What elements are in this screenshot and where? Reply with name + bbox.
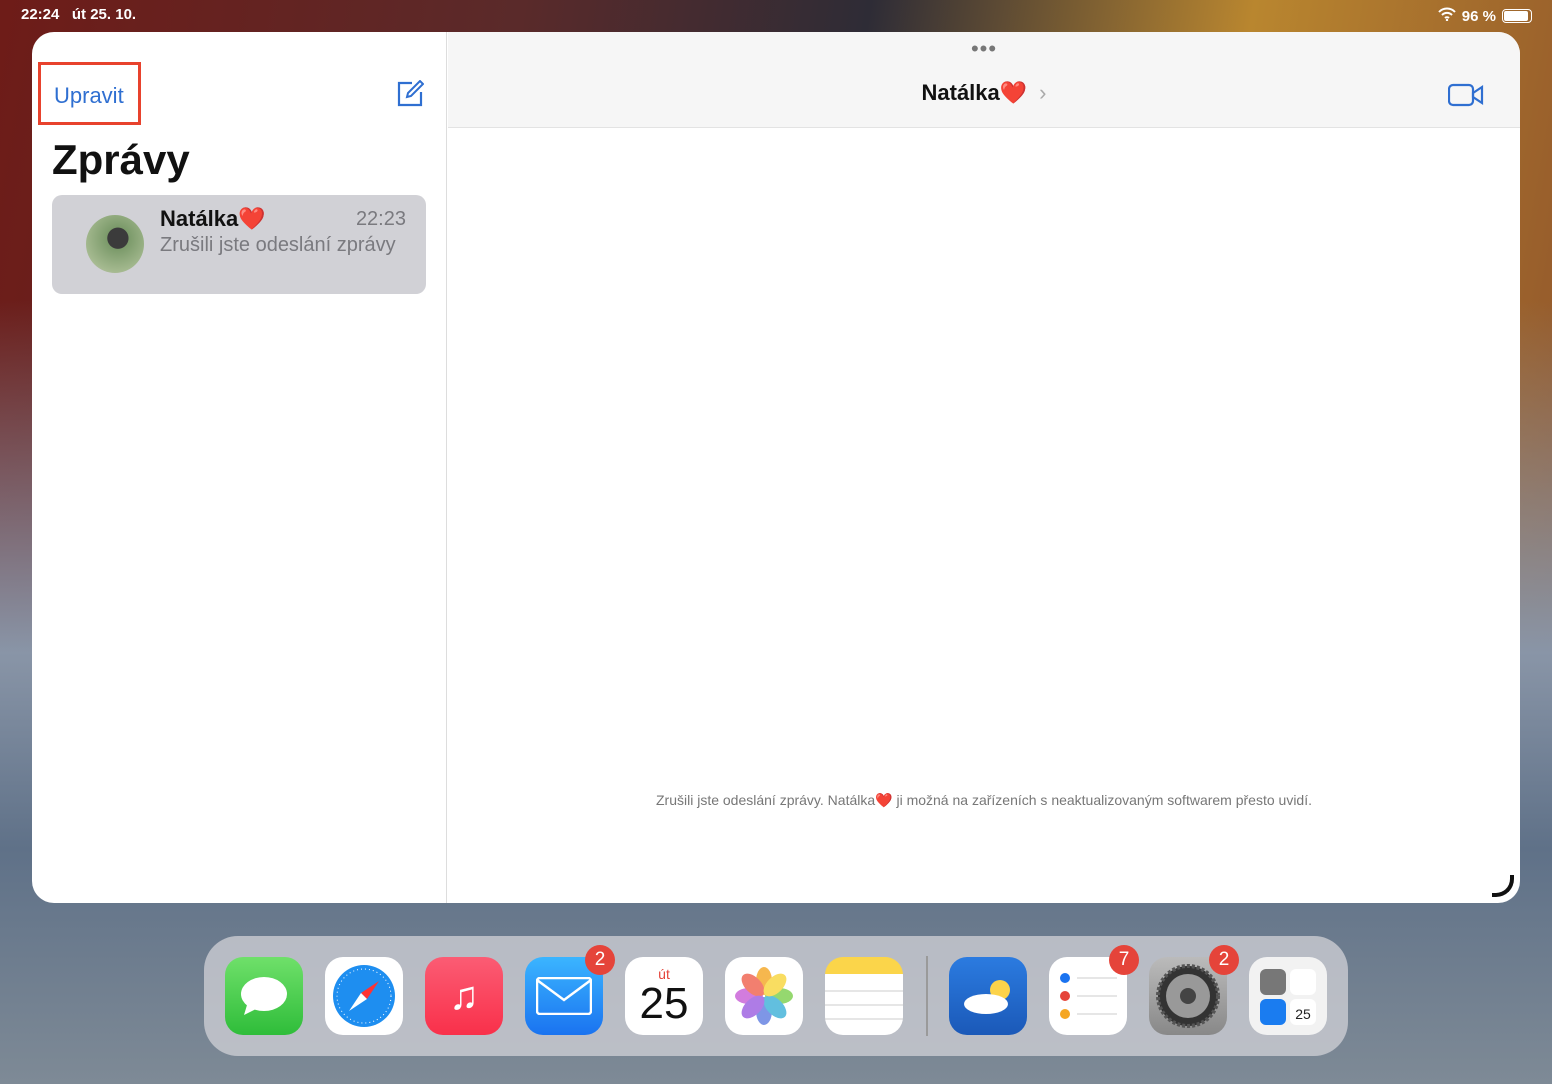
weather-icon[interactable] xyxy=(949,957,1027,1035)
clock: 22:24 xyxy=(21,6,60,23)
safari-icon[interactable] xyxy=(325,957,403,1035)
date: út 25. 10. xyxy=(71,6,137,23)
edit-button[interactable]: Upravit xyxy=(38,62,141,125)
calendar-mini-icon: 25 xyxy=(1290,999,1316,1025)
reminders-icon[interactable]: 7 xyxy=(1049,945,1139,1035)
dock: ♫ 2 út 25 7 2 25 xyxy=(204,936,1348,1056)
settings-mini-icon xyxy=(1260,969,1286,995)
calendar-icon[interactable]: út 25 xyxy=(625,957,703,1035)
page-title: Zprávy xyxy=(52,136,190,183)
conversation-detail: ••• Natálka❤️ › Zrušili jste odeslání zpr… xyxy=(448,32,1520,903)
compose-icon[interactable] xyxy=(396,79,425,108)
unsend-notice: Zrušili jste odeslání zprávy. Natálka❤️ … xyxy=(655,792,1312,808)
mail-badge: 2 xyxy=(585,945,615,975)
resize-handle[interactable] xyxy=(1492,875,1514,897)
video-call-icon[interactable] xyxy=(1447,83,1484,112)
status-bar: 22:24 út 25. 10. 96 % xyxy=(21,6,1532,26)
sidebar: Upravit Zprávy Natálka❤️ 22:23 Zrušili j… xyxy=(32,32,447,903)
notes-icon[interactable] xyxy=(825,957,903,1035)
messages-icon[interactable] xyxy=(225,957,303,1035)
battery-percent: 96 % xyxy=(1461,7,1496,25)
music-icon[interactable]: ♫ xyxy=(425,957,503,1035)
reminders-mini-icon xyxy=(1290,969,1316,995)
chevron-right-icon: › xyxy=(1039,80,1047,105)
conversation-name: Natálka❤️ xyxy=(160,206,266,231)
contact-name[interactable]: Natálka❤️ › xyxy=(448,80,1520,106)
dock-divider xyxy=(926,956,928,1036)
conversation-time: 22:23 xyxy=(355,208,406,230)
app-store-mini-icon xyxy=(1260,999,1286,1025)
contact-label: Natálka❤️ xyxy=(921,80,1028,105)
battery-icon xyxy=(1502,9,1532,23)
settings-badge: 2 xyxy=(1209,945,1239,975)
avatar xyxy=(86,215,144,273)
messages-window: Upravit Zprávy Natálka❤️ 22:23 Zrušili j… xyxy=(32,32,1520,903)
conversation-row[interactable]: Natálka❤️ 22:23 Zrušili jste odeslání zp… xyxy=(52,195,426,294)
wifi-icon xyxy=(1438,7,1456,25)
photos-icon[interactable] xyxy=(725,957,803,1035)
conversation-preview: Zrušili jste odeslání zprávy xyxy=(160,234,396,256)
calendar-date: 25 xyxy=(639,979,689,1028)
mail-icon[interactable]: 2 xyxy=(525,945,615,1035)
reminders-badge: 7 xyxy=(1109,945,1139,975)
multitasking-menu[interactable]: ••• xyxy=(971,36,997,62)
app-library-icon[interactable]: 25 xyxy=(1249,957,1327,1035)
conversation-header: ••• Natálka❤️ › xyxy=(448,32,1520,128)
settings-icon[interactable]: 2 xyxy=(1149,945,1239,1035)
